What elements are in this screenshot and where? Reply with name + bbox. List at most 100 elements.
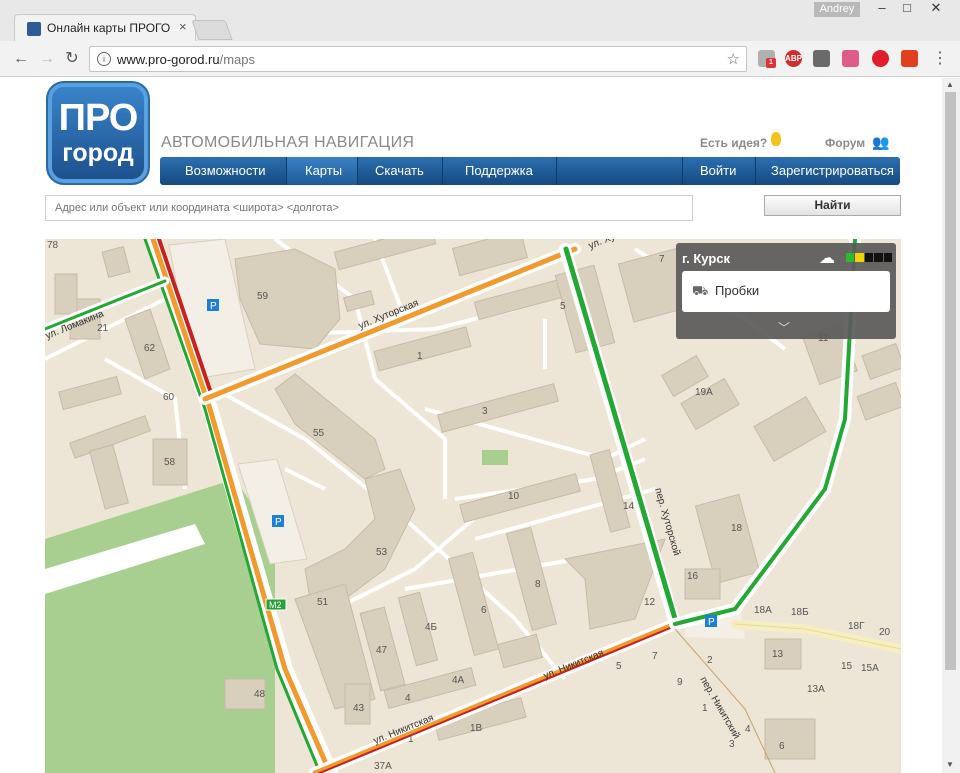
web-page: ПРО город АВТОМОБИЛЬНАЯ НАВИГАЦИЯ Есть и… [0, 78, 942, 773]
house-number: 78 [47, 240, 59, 251]
reload-icon[interactable]: ↻ [62, 49, 82, 69]
house-number: 15А [861, 663, 879, 674]
tab-title: Онлайн карты ПРОГОРО [47, 21, 171, 35]
find-button[interactable]: Найти [764, 195, 901, 216]
car-icon: ⛟ [692, 283, 709, 298]
idea-link[interactable]: Есть идея? [700, 136, 767, 150]
traffic-level-indicator [846, 253, 893, 262]
house-number: 18 [731, 523, 743, 534]
menu-item-support[interactable]: Поддержка [465, 157, 533, 185]
house-number: 6 [481, 605, 487, 616]
traffic-level-1 [846, 253, 855, 262]
cloud-icon[interactable]: ☁ [819, 248, 835, 268]
chevron-down-icon[interactable]: ﹀ [778, 319, 790, 336]
site-logo[interactable]: ПРО город [46, 81, 150, 185]
traffic-level-2 [855, 253, 864, 262]
house-number: 53 [376, 547, 388, 558]
house-number: 60 [163, 392, 175, 403]
house-number: 62 [144, 343, 156, 354]
road-badge-label: M2 [269, 600, 282, 610]
house-number: 1 [417, 351, 423, 362]
menu-item-download[interactable]: Скачать [375, 157, 424, 185]
lightbulb-icon [771, 132, 781, 146]
forum-link[interactable]: Форум [825, 136, 865, 150]
house-number: 47 [376, 645, 388, 656]
adblock-extension-icon[interactable]: ABP [785, 50, 802, 67]
e-extension-icon[interactable] [872, 50, 889, 67]
house-number: 43 [353, 703, 365, 714]
house-number: 13А [807, 684, 825, 695]
city-name[interactable]: г. Курск [682, 251, 730, 266]
house-number: 12 [644, 597, 656, 608]
close-window-button[interactable]: ✕ [922, 0, 950, 18]
menu-item-maps[interactable]: Карты [287, 157, 357, 185]
new-tab-button[interactable] [191, 20, 233, 40]
traffic-level-5 [883, 253, 893, 262]
house-number: 9 [677, 677, 683, 688]
scroll-up-icon[interactable]: ▲ [946, 80, 954, 89]
main-menu: Возможности Карты Скачать Поддержка Войт… [160, 157, 900, 185]
house-number: 59 [257, 291, 269, 302]
login-link[interactable]: Войти [700, 157, 736, 185]
house-number: 58 [164, 457, 176, 468]
parking-label: P [210, 301, 217, 312]
house-number: 5 [560, 301, 566, 312]
house-number: 4 [745, 724, 751, 735]
house-number: 6 [779, 741, 785, 752]
house-number: 2 [707, 655, 713, 666]
house-number: 18Г [848, 621, 865, 632]
forward-arrow-icon[interactable]: → [37, 49, 57, 69]
menu-dots-icon[interactable]: ⋮ [930, 49, 950, 69]
house-number: 16 [687, 571, 699, 582]
scroll-down-icon[interactable]: ▼ [946, 760, 954, 769]
browser-tab[interactable]: Онлайн карты ПРОГОРО × [14, 14, 196, 41]
browser-titlebar: Онлайн карты ПРОГОРО × Andrey – □ ✕ [0, 0, 960, 41]
house-number: 10 [508, 491, 520, 502]
users-icon: 👥 [872, 134, 890, 150]
small-park [482, 450, 508, 465]
bookmark-star-icon[interactable]: ☆ [727, 50, 740, 68]
profile-button[interactable]: Andrey [814, 2, 860, 17]
mail-extension-icon[interactable] [901, 50, 918, 67]
house-number: 55 [313, 428, 325, 439]
house-number: 14 [623, 501, 635, 512]
house-number: 7 [659, 254, 665, 265]
traffic-level-4 [874, 253, 883, 262]
gift-extension-icon[interactable] [842, 50, 859, 67]
register-link[interactable]: Зарегистрироваться [771, 157, 894, 185]
shield-extension-icon[interactable]: 1 [758, 50, 776, 68]
house-number: 37А [374, 761, 392, 772]
address-search [45, 195, 693, 221]
parking-label: P [275, 517, 282, 528]
traffic-level-3 [864, 253, 874, 262]
scrollbar-thumb[interactable] [945, 92, 956, 670]
house-number: 4Б [425, 622, 438, 633]
house-number: 51 [317, 597, 329, 608]
city-panel: г. Курск ☁ ⛟ Пробки ﹀ [676, 243, 896, 339]
pocket-extension-icon[interactable] [813, 50, 830, 67]
house-number: 20 [879, 627, 891, 638]
house-number: 7 [652, 651, 658, 662]
info-icon[interactable]: i [97, 52, 111, 66]
house-number: 3 [482, 406, 488, 417]
house-number: 15 [841, 661, 853, 672]
search-input[interactable] [46, 196, 692, 220]
site-subtitle: АВТОМОБИЛЬНАЯ НАВИГАЦИЯ [161, 134, 415, 151]
traffic-toggle[interactable]: ⛟ Пробки [682, 271, 890, 312]
maximize-button[interactable]: □ [893, 0, 921, 18]
logo-text-bottom: город [62, 139, 134, 167]
back-arrow-icon[interactable]: ← [11, 49, 31, 69]
browser-toolbar: ← → ↻ i www.pro-gorod.ru/maps ☆ 1 ABP ⋮ [0, 41, 960, 77]
url-text: www.pro-gorod.ru/maps [117, 52, 256, 67]
page-scrollbar[interactable]: ▲ ▼ [942, 78, 960, 773]
minimize-button[interactable]: – [868, 0, 896, 18]
menu-item-features[interactable]: Возможности [185, 157, 266, 185]
tab-close-icon[interactable]: × [179, 19, 187, 34]
house-number: 18Б [791, 607, 809, 618]
house-number: 8 [535, 579, 541, 590]
house-number: 18А [754, 605, 772, 616]
address-bar[interactable]: i www.pro-gorod.ru/maps ☆ [89, 46, 747, 72]
house-number: 5 [616, 661, 622, 672]
traffic-label: Пробки [715, 283, 760, 298]
house-number: 4А [452, 675, 465, 686]
